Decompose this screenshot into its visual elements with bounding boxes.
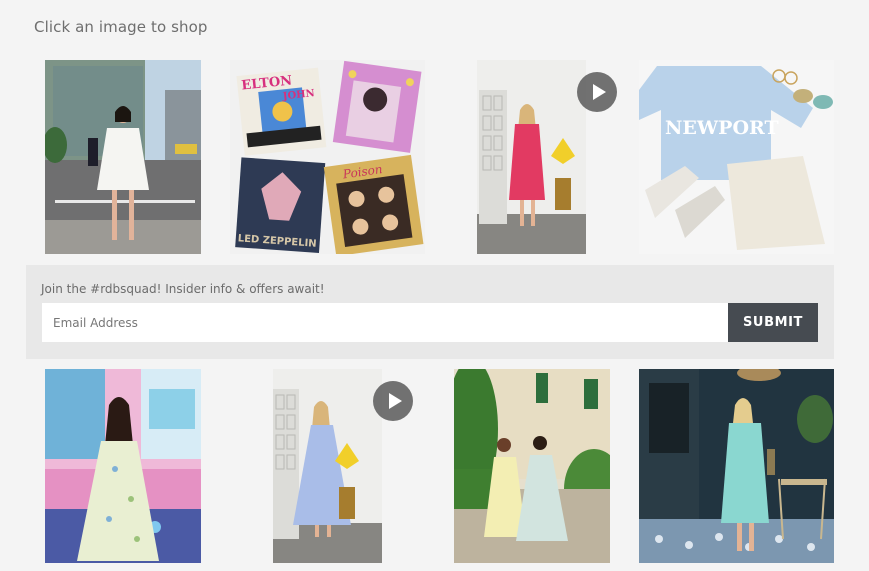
newsletter-signup: Join the #rdbsquad! Insider info & offer… bbox=[26, 265, 834, 359]
shop-image-band-tees[interactable]: ELTON JOHN LED ZEPPELIN Poison bbox=[230, 60, 425, 254]
newsletter-text: Join the #rdbsquad! Insider info & offer… bbox=[41, 282, 325, 296]
pink-dress-photo bbox=[477, 60, 586, 254]
newport-sweater-flatlay: NEWPORT bbox=[639, 60, 834, 254]
shop-image-two-women-garden[interactable] bbox=[454, 369, 610, 563]
blue-dress-photo bbox=[273, 369, 382, 563]
band-tees-flatlay: ELTON JOHN LED ZEPPELIN Poison bbox=[230, 60, 425, 254]
shop-image-mint-dress[interactable] bbox=[639, 369, 834, 563]
city-street-photo bbox=[45, 60, 201, 254]
shop-image-newport-sweater[interactable]: NEWPORT bbox=[639, 60, 834, 254]
garden-photo bbox=[454, 369, 610, 563]
mint-dress-photo bbox=[639, 369, 834, 563]
submit-button[interactable]: SUBMIT bbox=[728, 303, 818, 342]
shop-image-blue-dress-video[interactable] bbox=[273, 369, 382, 563]
play-video-button[interactable] bbox=[577, 72, 617, 112]
shop-image-city-white-dress[interactable] bbox=[45, 60, 201, 254]
play-video-button[interactable] bbox=[373, 381, 413, 421]
shop-image-pink-dress-video[interactable] bbox=[477, 60, 586, 254]
email-field[interactable] bbox=[42, 303, 728, 342]
shop-heading: Click an image to shop bbox=[34, 18, 208, 36]
newport-print: NEWPORT bbox=[665, 117, 779, 139]
floral-dress-photo bbox=[45, 369, 201, 563]
shop-image-floral-dress[interactable] bbox=[45, 369, 201, 563]
